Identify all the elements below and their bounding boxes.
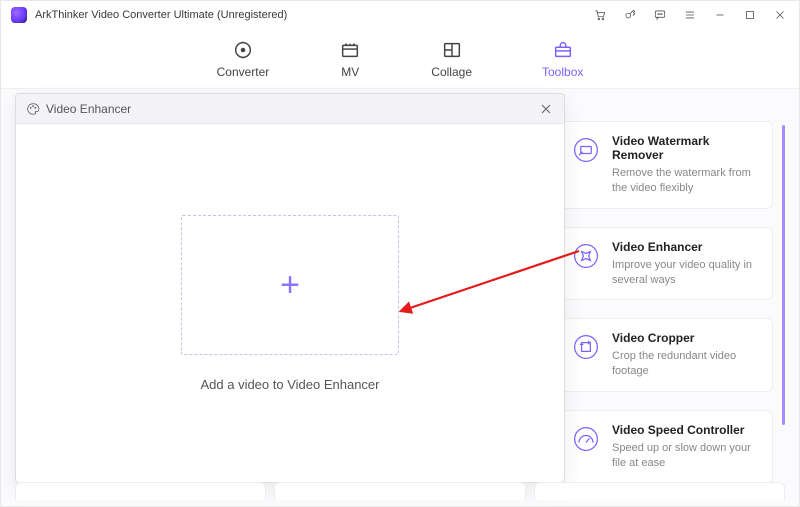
scrollbar-track[interactable] bbox=[782, 125, 785, 425]
tab-label: MV bbox=[341, 65, 359, 79]
card-desc: Improve your video quality in several wa… bbox=[612, 258, 760, 288]
enhancer-icon bbox=[570, 240, 602, 272]
card-desc: Remove the watermark from the video flex… bbox=[612, 166, 760, 196]
main-tabs: Converter MV Collage Toolbox bbox=[1, 29, 799, 89]
mv-icon bbox=[339, 39, 361, 61]
add-video-dropzone[interactable]: + bbox=[181, 215, 399, 355]
palette-icon bbox=[26, 102, 40, 116]
card-title: Video Cropper bbox=[612, 331, 760, 345]
collage-icon bbox=[441, 39, 463, 61]
maximize-button[interactable] bbox=[741, 6, 759, 24]
tab-label: Toolbox bbox=[542, 65, 583, 79]
modal-header: Video Enhancer bbox=[16, 94, 564, 124]
tab-toolbox[interactable]: Toolbox bbox=[542, 39, 583, 79]
cropper-icon bbox=[570, 331, 602, 363]
titlebar: ArkThinker Video Converter Ultimate (Unr… bbox=[1, 1, 799, 29]
tab-collage[interactable]: Collage bbox=[431, 39, 472, 79]
card-desc: Speed up or slow down your file at ease bbox=[612, 441, 760, 471]
modal-title: Video Enhancer bbox=[46, 102, 131, 116]
tab-mv[interactable]: MV bbox=[339, 39, 361, 79]
modal-body: + Add a video to Video Enhancer bbox=[16, 124, 564, 482]
dropzone-label: Add a video to Video Enhancer bbox=[200, 377, 379, 392]
converter-icon bbox=[232, 39, 254, 61]
tab-label: Collage bbox=[431, 65, 472, 79]
card-watermark-remover[interactable]: Video Watermark Remover Remove the water… bbox=[559, 121, 773, 209]
app-title: ArkThinker Video Converter Ultimate (Unr… bbox=[35, 9, 287, 21]
plus-icon: + bbox=[280, 268, 300, 302]
card-title: Video Enhancer bbox=[612, 240, 760, 254]
key-icon[interactable] bbox=[621, 6, 639, 24]
card-video-enhancer[interactable]: Video Enhancer Improve your video qualit… bbox=[559, 227, 773, 301]
speed-icon bbox=[570, 423, 602, 455]
menu-icon[interactable] bbox=[681, 6, 699, 24]
tool-card-list: Video Watermark Remover Remove the water… bbox=[559, 121, 773, 484]
modal-close-button[interactable] bbox=[538, 101, 554, 117]
tab-converter[interactable]: Converter bbox=[217, 39, 270, 79]
card-title: Video Watermark Remover bbox=[612, 134, 760, 162]
card-speed-controller[interactable]: Video Speed Controller Speed up or slow … bbox=[559, 410, 773, 484]
watermark-icon bbox=[570, 134, 602, 166]
feedback-icon[interactable] bbox=[651, 6, 669, 24]
tab-label: Converter bbox=[217, 65, 270, 79]
app-logo bbox=[11, 7, 27, 23]
toolbox-icon bbox=[552, 39, 574, 61]
video-enhancer-modal: Video Enhancer + Add a video to Video En… bbox=[15, 93, 565, 483]
minimize-button[interactable] bbox=[711, 6, 729, 24]
card-video-cropper[interactable]: Video Cropper Crop the redundant video f… bbox=[559, 318, 773, 392]
card-title: Video Speed Controller bbox=[612, 423, 760, 437]
card-desc: Crop the redundant video footage bbox=[612, 349, 760, 379]
content-area: Video Watermark Remover Remove the water… bbox=[1, 89, 799, 506]
cart-icon[interactable] bbox=[591, 6, 609, 24]
bottom-card-stubs bbox=[15, 482, 785, 500]
close-button[interactable] bbox=[771, 6, 789, 24]
